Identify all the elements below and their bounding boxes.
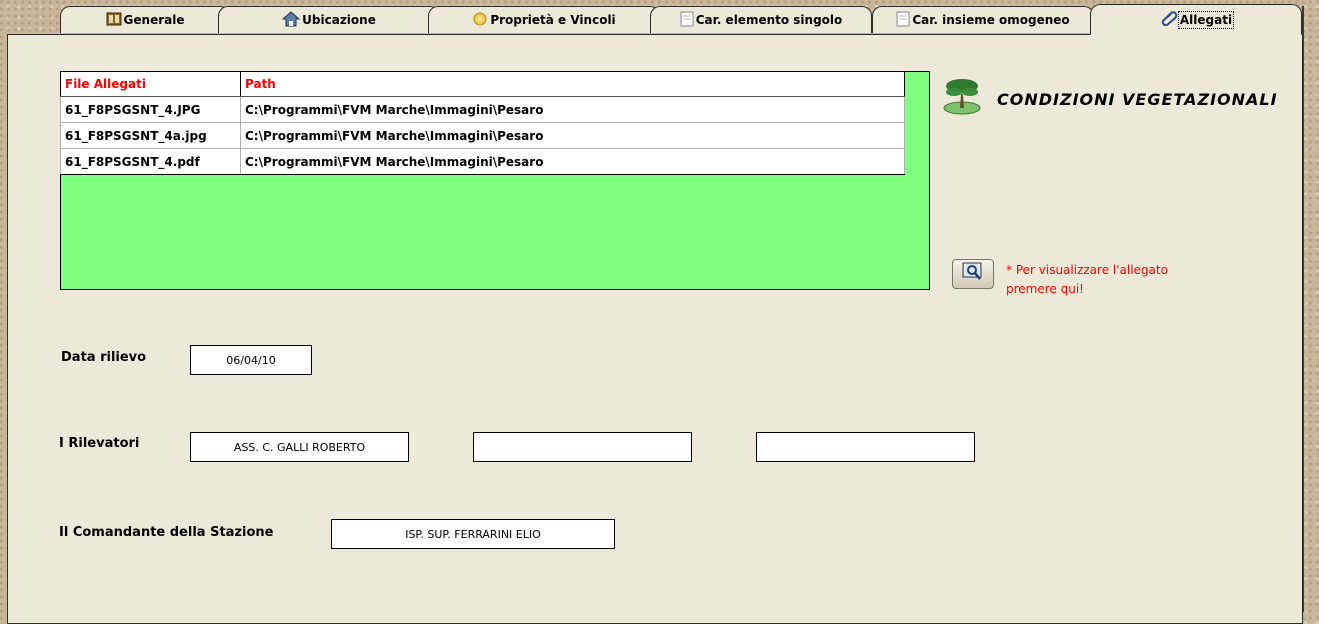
column-header-file[interactable]: File Allegati bbox=[60, 71, 241, 97]
document-icon bbox=[896, 11, 910, 30]
view-attachment-button[interactable] bbox=[952, 259, 994, 289]
file-path-cell[interactable]: C:\Programmi\FVM Marche\Immagini\Pesaro bbox=[240, 122, 905, 149]
paperclip-icon bbox=[1160, 10, 1178, 29]
magnifier-icon bbox=[961, 261, 985, 287]
coins-icon bbox=[472, 11, 488, 30]
tab-label: Car. insieme omogeneo bbox=[912, 13, 1070, 27]
column-header-path[interactable]: Path bbox=[240, 71, 905, 97]
file-path-cell[interactable]: C:\Programmi\FVM Marche\Immagini\Pesaro bbox=[240, 96, 905, 123]
table-row[interactable]: 61_F8PSGSNT_4a.jpg C:\Programmi\FVM Marc… bbox=[60, 122, 905, 149]
tab-label: Ubicazione bbox=[302, 13, 376, 27]
tree-icon bbox=[940, 72, 984, 116]
table-row[interactable]: 61_F8PSGSNT_4.pdf C:\Programmi\FVM March… bbox=[60, 148, 905, 175]
rilevatore-field-2[interactable] bbox=[473, 432, 692, 462]
tab-ubicazione[interactable]: Ubicazione bbox=[218, 6, 440, 33]
tab-label: Generale bbox=[123, 13, 185, 27]
tab-label: Car. elemento singolo bbox=[695, 13, 843, 27]
grid-icon bbox=[106, 12, 122, 29]
page-title: CONDIZIONI VEGETAZIONALI bbox=[997, 90, 1278, 109]
table-row[interactable]: 61_F8PSGSNT_4.JPG C:\Programmi\FVM March… bbox=[60, 96, 905, 123]
document-icon bbox=[680, 11, 694, 30]
data-rilievo-field[interactable]: 06/04/10 bbox=[190, 345, 312, 375]
comandante-field[interactable]: ISP. SUP. FERRARINI ELIO bbox=[331, 519, 615, 549]
file-name-cell[interactable]: 61_F8PSGSNT_4.JPG bbox=[60, 96, 241, 123]
tab-allegati[interactable]: Allegati bbox=[1090, 4, 1302, 35]
tab-bar: Generale Ubicazione Proprietà e Vincoli … bbox=[0, 0, 1319, 35]
hint-line-1: * Per visualizzare l'allegato bbox=[1006, 263, 1168, 277]
table-header-row: File Allegati Path bbox=[60, 71, 905, 97]
view-attachment-hint: * Per visualizzare l'allegato premere qu… bbox=[1006, 261, 1168, 299]
hint-line-2: premere qui! bbox=[1006, 282, 1084, 296]
rilevatori-label: I Rilevatori bbox=[59, 436, 140, 451]
house-icon bbox=[281, 10, 301, 30]
tab-proprieta-vincoli[interactable]: Proprietà e Vincoli bbox=[428, 6, 660, 33]
tab-label: Allegati bbox=[1177, 10, 1235, 29]
data-rilievo-label: Data rilievo bbox=[61, 350, 147, 365]
attachments-table: File Allegati Path 61_F8PSGSNT_4.JPG C:\… bbox=[60, 71, 905, 175]
tab-car-elemento-singolo[interactable]: Car. elemento singolo bbox=[650, 6, 872, 33]
file-name-cell[interactable]: 61_F8PSGSNT_4.pdf bbox=[60, 148, 241, 175]
comandante-label: Il Comandante della Stazione bbox=[59, 525, 274, 540]
tab-label: Proprietà e Vincoli bbox=[490, 13, 616, 27]
tab-generale[interactable]: Generale bbox=[60, 6, 230, 33]
file-name-cell[interactable]: 61_F8PSGSNT_4a.jpg bbox=[60, 122, 241, 149]
tab-car-insieme-omogeneo[interactable]: Car. insieme omogeneo bbox=[872, 6, 1094, 33]
rilevatore-field-1[interactable]: ASS. C. GALLI ROBERTO bbox=[190, 432, 409, 462]
file-path-cell[interactable]: C:\Programmi\FVM Marche\Immagini\Pesaro bbox=[240, 148, 905, 175]
rilevatore-field-3[interactable] bbox=[756, 432, 975, 462]
